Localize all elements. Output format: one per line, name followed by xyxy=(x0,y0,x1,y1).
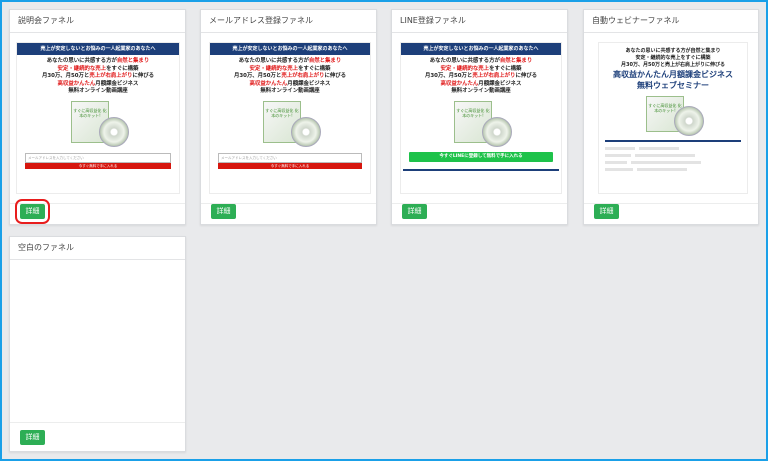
thumb-line1-red: 自然と集まり xyxy=(116,58,150,64)
thumb-head1: あなたの思いに共感する方が自然と集まり xyxy=(625,48,721,54)
detail-button[interactable]: 詳細 xyxy=(211,204,236,219)
card-title: 空白のファネル xyxy=(10,237,185,260)
dvd-disc-icon xyxy=(99,116,129,147)
card-title: メールアドレス登録ファネル xyxy=(201,10,376,33)
product-package-image: すぐに高収益化 化本のキット! xyxy=(255,99,325,147)
thumb-line2: をすぐに構築 xyxy=(106,65,139,72)
thumb-line4-red: 高収益かんたん xyxy=(440,80,479,87)
thumb-email-input: メールアドレスを入力してください xyxy=(218,152,362,163)
detail-button[interactable]: 詳細 xyxy=(402,204,427,219)
card-title: 自動ウェビナーファネル xyxy=(584,10,758,33)
thumb-head3: 月30万、月50万と売上が右肩上がりに伸びる xyxy=(621,62,725,68)
thumb-line3: 月30万、月50万と xyxy=(233,73,282,79)
funnel-card-line-registration: LINE登録ファネル 売上が安定しないとお悩みの一人起業家のあなたへ あなたの思… xyxy=(391,9,568,225)
thumb-headline: あなたの思いに共感する方が自然と集まり 安定・継続的な売上をすぐに構築 月30万… xyxy=(210,55,370,96)
thumb-big1: 高収益かんたん月額課金ビジネス xyxy=(613,70,733,79)
detail-button[interactable]: 詳細 xyxy=(20,430,45,445)
funnel-thumbnail[interactable]: 売上が安定しないとお悩みの一人起業家のあなたへ あなたの思いに共感する方が自然と… xyxy=(400,42,562,194)
thumb-line4: 月額課金ビジネス xyxy=(287,80,331,87)
thumb-line2-red: 安定・継続的な売上 xyxy=(249,65,299,72)
funnel-thumbnail[interactable]: 売上が安定しないとお悩みの一人起業家のあなたへ あなたの思いに共感する方が自然と… xyxy=(16,42,180,194)
detail-button[interactable]: 詳細 xyxy=(15,199,50,224)
thumb-line4-red: 高収益かんたん xyxy=(57,80,96,87)
thumb-head2: 安定・継続的な売上をすぐに構築 xyxy=(635,55,711,61)
product-package-image: すぐに高収益化 化本のキット! xyxy=(63,99,133,147)
dvd-disc-icon xyxy=(482,116,512,147)
thumb-line1: あなたの思いに共感する方が xyxy=(429,58,500,64)
form-row xyxy=(605,154,741,159)
funnel-card-email-registration: メールアドレス登録ファネル 売上が安定しないとお悩みの一人起業家のあなたへ あな… xyxy=(200,9,377,225)
thumb-line2-red: 安定・継続的な売上 xyxy=(57,65,107,72)
thumb-line5: 無料オンライン動画講座 xyxy=(451,88,511,94)
thumb-divider xyxy=(403,168,559,171)
thumb-line5: 無料オンライン動画講座 xyxy=(68,88,128,94)
card-title: 説明会ファネル xyxy=(10,10,185,33)
thumb-line4-red: 高収益かんたん xyxy=(249,80,288,87)
funnel-card-setsumeikai: 説明会ファネル 売上が安定しないとお悩みの一人起業家のあなたへ あなたの思いに共… xyxy=(9,9,186,225)
thumb-line1-red: 自然と集まり xyxy=(499,58,533,64)
thumb-line3-red: 売上が右肩上がり xyxy=(281,73,325,79)
thumb-line3: 月30万、月50万と xyxy=(424,73,473,79)
product-package-image: すぐに高収益化 化本のキット! xyxy=(446,99,516,147)
thumb-line1: あなたの思いに共感する方が xyxy=(46,58,117,64)
thumb-email-input: メールアドレスを入力してください xyxy=(25,152,171,163)
funnel-thumbnail[interactable]: あなたの思いに共感する方が自然と集まり 安定・継続的な売上をすぐに構築 月30万… xyxy=(598,42,748,194)
dvd-disc-icon xyxy=(291,116,321,147)
thumb-line3-red: 売上が右肩上がり xyxy=(472,73,516,79)
form-row xyxy=(605,161,741,166)
thumb-registration-form xyxy=(605,140,741,173)
card-title: LINE登録ファネル xyxy=(392,10,567,33)
form-row xyxy=(605,168,741,173)
funnel-thumbnail[interactable]: 売上が安定しないとお悩みの一人起業家のあなたへ あなたの思いに共感する方が自然と… xyxy=(209,42,371,194)
thumb-line3: 月30万、月50万と xyxy=(41,73,90,79)
funnel-card-blank: 空白のファネル 詳細 xyxy=(9,236,186,452)
thumb-headline: あなたの思いに共感する方が自然と集まり 安定・継続的な売上をすぐに構築 月30万… xyxy=(599,43,747,69)
thumb-line3b: に伸びる xyxy=(515,73,538,79)
funnel-card-auto-webinar: 自動ウェビナーファネル あなたの思いに共感する方が自然と集まり 安定・継続的な売… xyxy=(583,9,759,225)
thumb-cta-button: 今すぐ無料で手に入れる xyxy=(218,162,362,169)
thumb-cta-button: 今すぐ無料で手に入れる xyxy=(25,162,171,169)
thumb-line3b: に伸びる xyxy=(324,73,347,79)
thumb-banner: 売上が安定しないとお悩みの一人起業家のあなたへ xyxy=(17,43,179,55)
dvd-disc-icon xyxy=(674,106,704,136)
thumb-line2-red: 安定・継続的な売上 xyxy=(440,65,490,72)
thumb-headline: あなたの思いに共感する方が自然と集まり 安定・継続的な売上をすぐに構築 月30万… xyxy=(401,55,561,96)
thumb-line5: 無料オンライン動画講座 xyxy=(260,88,320,94)
thumb-line4: 月額課金ビジネス xyxy=(478,80,522,87)
thumb-line1-red: 自然と集まり xyxy=(308,58,342,64)
thumb-line3-red: 売上が右肩上がり xyxy=(89,73,133,79)
form-row xyxy=(605,147,741,152)
thumb-line2: をすぐに構築 xyxy=(298,65,331,72)
thumb-banner: 売上が安定しないとお悩みの一人起業家のあなたへ xyxy=(210,43,370,55)
thumb-line2: をすぐに構築 xyxy=(489,65,522,72)
detail-button[interactable]: 詳細 xyxy=(594,204,619,219)
thumb-webinar-title: 高収益かんたん月額課金ビジネス 無料ウェブセミナー xyxy=(599,69,747,91)
thumb-headline: あなたの思いに共感する方が自然と集まり 安定・継続的な売上をすぐに構築 月30万… xyxy=(17,55,179,96)
product-package-image: すぐに高収益化 化本のキット! xyxy=(638,94,708,136)
card-footer xyxy=(10,422,185,423)
thumb-banner: 売上が安定しないとお悩みの一人起業家のあなたへ xyxy=(401,43,561,55)
thumb-line1: あなたの思いに共感する方が xyxy=(238,58,309,64)
thumb-line4: 月額課金ビジネス xyxy=(95,80,139,87)
thumb-line3b: に伸びる xyxy=(132,73,155,79)
thumb-line-cta-button: 今すぐLINEに登録して無料で手に入れる xyxy=(409,151,553,162)
thumb-big2: 無料ウェブセミナー xyxy=(637,81,709,90)
